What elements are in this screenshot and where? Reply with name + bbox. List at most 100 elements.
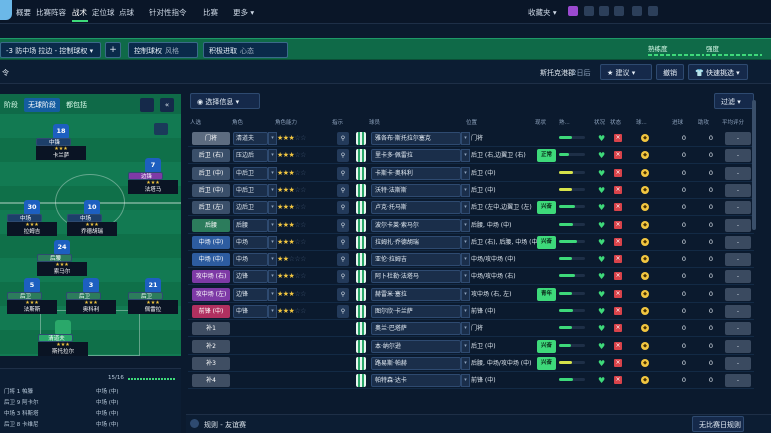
chevron-down-icon[interactable]: ▾ xyxy=(461,235,470,249)
pitch-player[interactable]: 5 后卫 ★★★ 法斯斯 xyxy=(7,278,57,314)
instructions-icon[interactable]: ⚲ xyxy=(337,235,349,249)
club-logo[interactable] xyxy=(0,0,12,20)
table-row[interactable]: 补1 奥兰·巴塔萨 ▾ 门将 ♥ × ◆ 0 0 - xyxy=(188,320,754,338)
player-dropdown[interactable]: 波尔卡莱·索马尔 xyxy=(371,218,461,232)
player-dropdown[interactable]: 奥兰·巴塔萨 xyxy=(371,322,461,336)
table-row[interactable]: 攻中场 (左) 边锋 ▾ ★★★☆☆ ⚲ 赫雷米·塞拉 ▾ 攻中场 (右, 左) 青年 ♥ × ◆ 0 0… xyxy=(188,286,754,303)
role-dropdown[interactable]: 中后卫 xyxy=(233,183,268,197)
position-selector[interactable]: 补4 xyxy=(192,374,230,388)
role-dropdown[interactable]: 中场 xyxy=(233,235,268,249)
quick-pick-button[interactable]: 👕 快速挑选 ▾ xyxy=(688,64,748,80)
position-selector[interactable]: 中场 (中) xyxy=(192,235,230,249)
position-selector[interactable]: 后卫 (左) xyxy=(192,201,230,215)
chevron-down-icon[interactable]: ▾ xyxy=(268,235,277,249)
chevron-down-icon[interactable]: ▾ xyxy=(461,201,470,215)
nav-overview[interactable]: 概要 xyxy=(16,7,31,18)
col-condition[interactable]: 状况 xyxy=(594,118,605,126)
collapse-icon[interactable]: « xyxy=(160,98,174,112)
player-dropdown[interactable]: 图尔欣·卡兰萨 xyxy=(371,305,461,318)
instructions-icon[interactable]: ⚲ xyxy=(337,201,349,215)
settings-icon[interactable] xyxy=(140,98,154,112)
col-form[interactable]: 状态 xyxy=(610,118,621,126)
swap-icon[interactable] xyxy=(154,123,168,135)
table-row[interactable]: 后卫 (中) 中后卫 ▾ ★★★☆☆ ⚲ 卡斯卡·奥科利 ▾ 后卫 (中) ♥ × ◆ 0 0- xyxy=(188,165,754,182)
col-instructions[interactable]: 指示 xyxy=(332,118,343,126)
favorites-link[interactable]: 收藏夹 ▾ xyxy=(528,7,557,18)
nav-tactics[interactable]: 战术 xyxy=(72,7,87,18)
phase-in-possession[interactable]: 阶段 xyxy=(0,98,22,112)
bench-row[interactable]: 中场 (中) xyxy=(96,387,119,395)
col-familiarity[interactable]: 熟... xyxy=(559,118,570,126)
nav-match[interactable]: 比赛 xyxy=(203,7,218,18)
player-dropdown[interactable]: 沃特·法斯斯 xyxy=(371,183,461,197)
chevron-down-icon[interactable]: ▾ xyxy=(461,166,470,180)
role-dropdown[interactable]: 压边后 xyxy=(233,149,268,163)
bench-row[interactable]: 门将 1 帕滕 xyxy=(4,387,33,395)
pitch-player[interactable]: 3 后卫 ★★★ 奥科利 xyxy=(66,278,116,314)
bench-row[interactable]: 中场 3 科斯塔 xyxy=(4,409,39,417)
chat-icon[interactable] xyxy=(568,6,578,16)
chevron-down-icon[interactable]: ▾ xyxy=(461,270,470,284)
col-player[interactable]: 球员 xyxy=(369,118,380,126)
instructions-icon[interactable]: ⚲ xyxy=(337,287,349,301)
instructions-icon[interactable]: ⚲ xyxy=(337,166,349,180)
nav-lineup[interactable]: 比赛阵容 xyxy=(36,7,66,18)
chevron-down-icon[interactable]: ▾ xyxy=(268,305,277,318)
mail-icon[interactable] xyxy=(584,6,594,16)
nav-opposition[interactable]: 针对性指令 xyxy=(149,7,187,18)
player-dropdown[interactable]: 雅各布·斯托拉尔塞克 xyxy=(371,132,461,145)
pitch-player[interactable]: 7 边锋 ★★★ 法塔马 xyxy=(128,158,178,194)
suggest-button[interactable]: ★ 建议 ▾ xyxy=(600,64,652,80)
instructions-icon[interactable]: ⚲ xyxy=(337,218,349,232)
table-row[interactable]: 攻中场 (右) 边锋 ▾ ★★★☆☆ ⚲ 阿卜杜勒·法塔马 ▾ 中场/攻中场 (右) ♥ × ◆ 0 0… xyxy=(188,268,754,286)
role-dropdown[interactable]: 边锋 xyxy=(233,270,268,284)
table-row[interactable]: 补3 路易斯·帕赫 ▾ 后腰, 中场/攻中场 (中) 兴奋 ♥ × ◆ 0 0 - xyxy=(188,355,754,372)
col-selection[interactable]: 人选 xyxy=(190,118,201,126)
pitch-player[interactable]: 18 中锋 ★★★ 卡兰萨 xyxy=(36,124,86,160)
formation-dropdown[interactable]: -3 防中场 拉边 - 控制球权 ▾ xyxy=(0,42,101,58)
nav-set-pieces[interactable]: 定位球 xyxy=(92,7,115,18)
rules-label[interactable]: 规则 - 友谊赛 xyxy=(204,420,246,430)
role-dropdown[interactable]: 清道夫 xyxy=(233,132,268,145)
col-role[interactable]: 角色 xyxy=(232,118,243,126)
role-dropdown[interactable]: 中场 xyxy=(233,253,268,267)
player-dropdown[interactable]: 阿卜杜勒·法塔马 xyxy=(371,270,461,284)
chevron-down-icon[interactable]: ▾ xyxy=(268,166,277,180)
chevron-down-icon[interactable]: ▾ xyxy=(461,305,470,318)
select-info-button[interactable]: ◉ 选择信息 ▾ xyxy=(190,93,260,109)
position-selector[interactable]: 攻中场 (右) xyxy=(192,270,230,284)
trophy-icon[interactable] xyxy=(648,6,658,16)
bench-row[interactable]: 中场 (中) xyxy=(96,409,119,417)
chevron-down-icon[interactable]: ▾ xyxy=(461,322,470,336)
transfer-icon[interactable] xyxy=(632,6,642,16)
player-dropdown[interactable]: 卢克·托马斯 xyxy=(371,201,461,215)
chevron-down-icon[interactable]: ▾ xyxy=(268,201,277,215)
position-selector[interactable]: 补3 xyxy=(192,356,230,370)
chevron-down-icon[interactable]: ▾ xyxy=(268,183,277,197)
position-selector[interactable]: 后卫 (中) xyxy=(192,166,230,180)
chevron-down-icon[interactable]: ▾ xyxy=(461,374,470,388)
position-selector[interactable]: 补1 xyxy=(192,322,230,336)
player-dropdown[interactable]: 赫雷米·塞拉 xyxy=(371,287,461,301)
chevron-down-icon[interactable]: ▾ xyxy=(461,253,470,267)
table-row[interactable]: 补2 本·纳尔逊 ▾ 后卫 (中) 兴奋 ♥ × ◆ 0 0 - xyxy=(188,338,754,355)
mentality-dropdown[interactable]: 积极进取 心态 xyxy=(203,42,288,58)
col-avg-rating[interactable]: 平均评分 xyxy=(722,118,744,126)
player-dropdown[interactable]: 亚伦·拉姆吉 xyxy=(371,253,461,267)
table-row[interactable]: 后腰 后腰 ▾ ★★★☆☆ ⚲ 波尔卡莱·索马尔 ▾ 后腰, 中场 (中) ♥ × ◆ 0 0- xyxy=(188,217,754,234)
player-dropdown[interactable]: 路易斯·帕赫 xyxy=(371,356,461,370)
chevron-down-icon[interactable]: ▾ xyxy=(268,132,277,145)
pitch-player[interactable]: 10 中场 ★★★ 乔德胡瑞 xyxy=(67,200,117,236)
table-row[interactable]: 前锋 (中) 中锋 ▾ ★★★☆☆ ⚲ 图尔欣·卡兰萨 ▾ 前锋 (中) ♥ × ◆ 0 0- xyxy=(188,303,754,320)
chevron-down-icon[interactable]: ▾ xyxy=(461,132,470,145)
table-row[interactable]: 门将 清道夫 ▾ ★★★☆☆ ⚲ 雅各布·斯托拉尔塞克 ▾ 门将 ♥ × ◆ 0 0- xyxy=(188,130,754,147)
add-tactic-button[interactable]: + xyxy=(105,42,121,58)
chevron-down-icon[interactable]: ▾ xyxy=(268,149,277,163)
col-goals[interactable]: 进球 xyxy=(672,118,683,126)
instructions-icon[interactable]: ⚲ xyxy=(337,270,349,284)
col-position[interactable]: 位置 xyxy=(466,118,477,126)
table-row[interactable]: 中场 (中) 中场 ▾ ★★★☆☆ ⚲ 拉姆扎·乔德胡瑞 ▾ 后卫 (右), 后腰, 中场 (… xyxy=(188,234,754,251)
position-selector[interactable]: 攻中场 (左) xyxy=(192,287,230,301)
position-selector[interactable]: 后腰 xyxy=(192,218,230,232)
undo-button[interactable]: 撤销 xyxy=(656,64,684,80)
